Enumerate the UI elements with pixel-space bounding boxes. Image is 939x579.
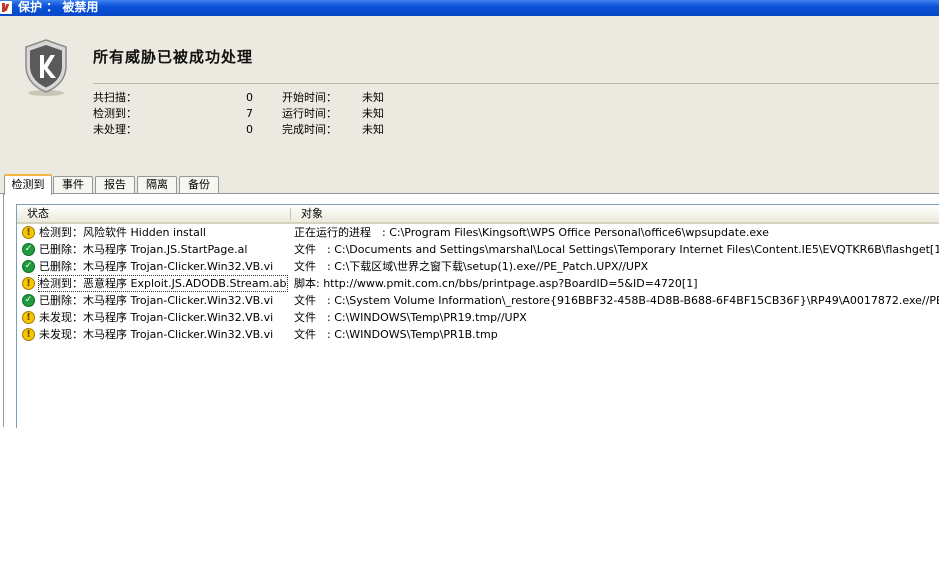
row-object: 脚本: http://www.pmit.com.cn/bbs/printpage… (294, 277, 698, 290)
status-headline: 所有威胁已被成功处理 (93, 48, 254, 66)
warning-icon: ! (22, 226, 35, 239)
row-status: 已删除：木马程序 Trojan-Clicker.Win32.VB.vi (39, 260, 274, 273)
tab-strip: 检测到 事件 报告 隔离 备份 (0, 174, 939, 195)
list-item[interactable]: ! 未发现：木马程序 Trojan-Clicker.Win32.VB.vi 文件… (17, 309, 939, 326)
row-status: 检测到：恶意程序 Exploit.JS.ADODB.Stream.ab (38, 275, 288, 292)
threat-list[interactable]: 状态 对象 ! 检测到：风险软件 Hidden install 正在运行的进程 … (16, 204, 939, 428)
row-status: 检测到：风险软件 Hidden install (39, 226, 206, 239)
tab-events[interactable]: 事件 (53, 176, 93, 193)
unprocessed-label: 未处理： (93, 123, 137, 136)
list-item[interactable]: ✓ 已删除：木马程序 Trojan-Clicker.Win32.VB.vi 文件… (17, 292, 939, 309)
check-icon: ✓ (22, 294, 35, 307)
list-item[interactable]: ! 未发现：木马程序 Trojan-Clicker.Win32.VB.vi 文件… (17, 326, 939, 343)
tab-quarantine[interactable]: 隔离 (137, 176, 177, 193)
check-icon: ✓ (22, 260, 35, 273)
title-bar[interactable]: 保护 ： 被禁用 (0, 0, 939, 16)
row-object: 文件 : C:\WINDOWS\Temp\PR19.tmp//UPX (294, 311, 527, 324)
list-item[interactable]: ✓ 已删除：木马程序 Trojan.JS.StartPage.al 文件 : C… (17, 241, 939, 258)
list-header: 状态 对象 (17, 205, 939, 224)
unprocessed-value: 0 (246, 123, 253, 136)
row-status: 未发现：木马程序 Trojan-Clicker.Win32.VB.vi (39, 311, 274, 324)
row-object: 文件 : C:\WINDOWS\Temp\PR1B.tmp (294, 328, 498, 341)
column-status-header[interactable]: 状态 (27, 205, 49, 222)
warning-icon: ! (22, 328, 35, 341)
start-time-value: 未知 (362, 91, 384, 104)
detected-value: 7 (246, 107, 253, 120)
scanned-value: 0 (246, 91, 253, 104)
list-item[interactable]: ! 检测到：风险软件 Hidden install 正在运行的进程 : C:\P… (17, 224, 939, 241)
warning-icon: ! (22, 311, 35, 324)
list-item-focused[interactable]: ! 检测到：恶意程序 Exploit.JS.ADODB.Stream.ab 脚本… (17, 275, 939, 292)
tab-reports[interactable]: 报告 (95, 176, 135, 193)
scanned-label: 共扫描： (93, 91, 137, 104)
detected-panel: 状态 对象 ! 检测到：风险软件 Hidden install 正在运行的进程 … (3, 194, 939, 428)
kaspersky-shield-icon (25, 39, 67, 96)
row-object: 文件 : C:\System Volume Information\_resto… (294, 294, 939, 307)
finish-time-value: 未知 (362, 123, 384, 136)
detected-label: 检测到： (93, 107, 137, 120)
start-time-label: 开始时间： (282, 91, 337, 104)
column-divider[interactable] (290, 208, 291, 220)
window-title: 保护 ： 被禁用 (18, 0, 99, 14)
finish-time-label: 完成时间： (282, 123, 337, 136)
run-time-value: 未知 (362, 107, 384, 120)
app-logo-icon (0, 1, 12, 14)
run-time-label: 运行时间： (282, 107, 337, 120)
row-status: 未发现：木马程序 Trojan-Clicker.Win32.VB.vi (39, 328, 274, 341)
list-item[interactable]: ✓ 已删除：木马程序 Trojan-Clicker.Win32.VB.vi 文件… (17, 258, 939, 275)
summary-header: 所有威胁已被成功处理 共扫描： 0 检测到： 7 未处理： 0 开始时间： 未知… (0, 16, 939, 174)
row-status: 已删除：木马程序 Trojan-Clicker.Win32.VB.vi (39, 294, 274, 307)
warning-icon: ! (22, 277, 35, 290)
header-divider (93, 83, 939, 84)
check-icon: ✓ (22, 243, 35, 256)
row-status: 已删除：木马程序 Trojan.JS.StartPage.al (39, 243, 248, 256)
tab-backup[interactable]: 备份 (179, 176, 219, 193)
row-object: 文件 : C:\下载区域\世界之窗下载\setup(1).exe//PE_Pat… (294, 260, 649, 273)
tab-detected[interactable]: 检测到 (4, 174, 52, 195)
column-object-header[interactable]: 对象 (301, 205, 323, 222)
row-object: 正在运行的进程 : C:\Program Files\Kingsoft\WPS … (294, 226, 769, 239)
row-object: 文件 : C:\Documents and Settings\marshal\L… (294, 243, 939, 256)
